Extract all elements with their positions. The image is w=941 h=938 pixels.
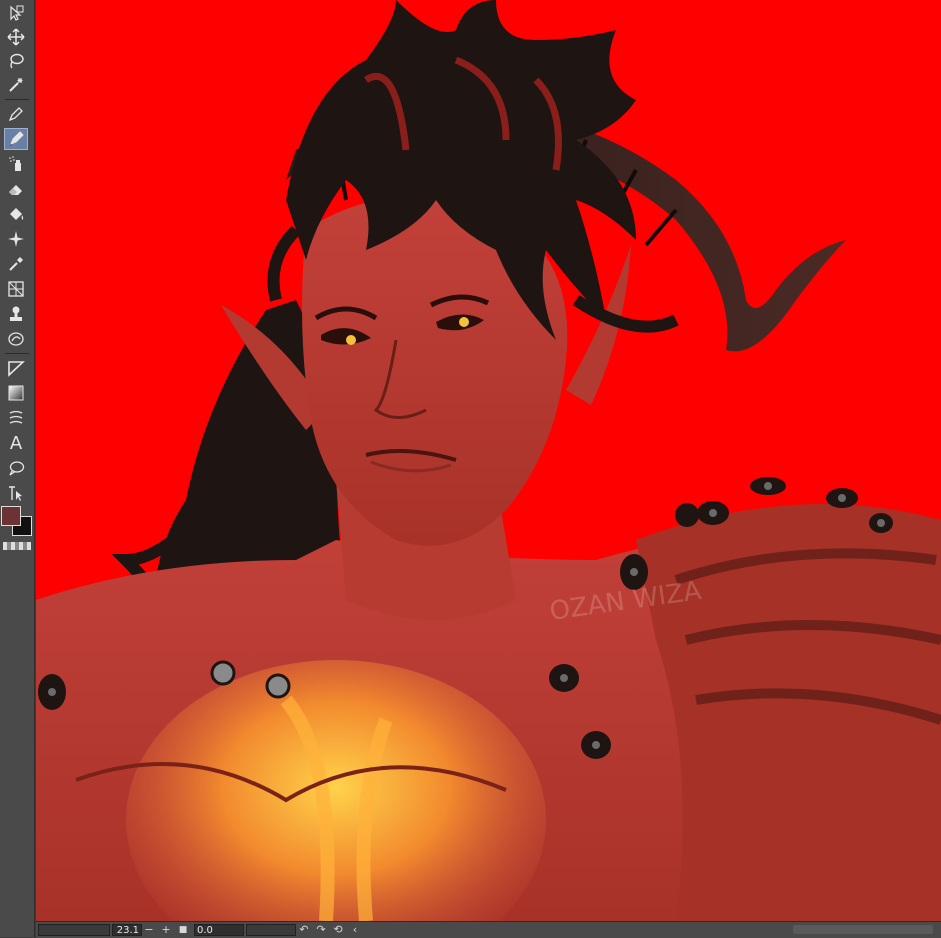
eyedropper-tool-icon[interactable] bbox=[4, 253, 28, 275]
lasso-select-icon[interactable] bbox=[4, 50, 28, 72]
fill-tool-icon[interactable] bbox=[4, 203, 28, 225]
status-bar: 23.1 − + ■ 0.0 ↶ ↷ ⟲ ‹ bbox=[36, 921, 941, 938]
rotation-slider[interactable] bbox=[246, 924, 296, 936]
operation-tool-icon[interactable] bbox=[4, 2, 28, 24]
drawing-canvas[interactable]: OZAN WIZA bbox=[36, 0, 941, 921]
tool-palette: A bbox=[0, 0, 35, 937]
airbrush-tool-icon[interactable] bbox=[4, 153, 28, 175]
move-tool-icon[interactable] bbox=[4, 26, 28, 48]
artwork: OZAN WIZA bbox=[36, 0, 941, 921]
transparent-color-swatch[interactable] bbox=[3, 542, 31, 550]
blend-tool-icon[interactable] bbox=[4, 328, 28, 350]
zoom-out-button[interactable]: − bbox=[143, 923, 155, 937]
reset-rotation-button[interactable]: ⟲ bbox=[332, 923, 344, 937]
pencil-tool-icon[interactable] bbox=[4, 128, 28, 150]
decoration-tool-icon[interactable] bbox=[4, 228, 28, 250]
stamp-tool-icon[interactable] bbox=[4, 303, 28, 325]
correct-line-tool-icon[interactable] bbox=[4, 482, 28, 504]
divider bbox=[5, 99, 29, 100]
ruler-tool-icon[interactable] bbox=[4, 278, 28, 300]
gradient-tool-icon[interactable] bbox=[4, 382, 28, 404]
rotation-field[interactable]: 0.0 bbox=[194, 924, 244, 936]
text-tool-icon[interactable]: A bbox=[4, 432, 28, 454]
zoom-in-button[interactable]: + bbox=[160, 923, 172, 937]
rotate-right-button[interactable]: ↷ bbox=[315, 923, 327, 937]
fit-button[interactable]: ■ bbox=[177, 923, 189, 937]
text-tool-glyph: A bbox=[9, 432, 23, 454]
frame-border-tool-icon[interactable] bbox=[4, 357, 28, 379]
collapse-button[interactable]: ‹ bbox=[349, 923, 361, 937]
divider bbox=[5, 353, 29, 354]
eraser-tool-icon[interactable] bbox=[4, 178, 28, 200]
rotate-left-button[interactable]: ↶ bbox=[298, 923, 310, 937]
zoom-field[interactable]: 23.1 bbox=[112, 924, 142, 936]
pen-tool-icon[interactable] bbox=[4, 103, 28, 125]
navigator-thumb-field bbox=[38, 924, 110, 936]
balloon-tool-icon[interactable] bbox=[4, 457, 28, 479]
main-color-swatch[interactable] bbox=[1, 506, 21, 526]
figure-tool-icon[interactable] bbox=[4, 407, 28, 429]
magic-wand-icon[interactable] bbox=[4, 74, 28, 96]
horizontal-scrollbar[interactable] bbox=[793, 925, 933, 934]
